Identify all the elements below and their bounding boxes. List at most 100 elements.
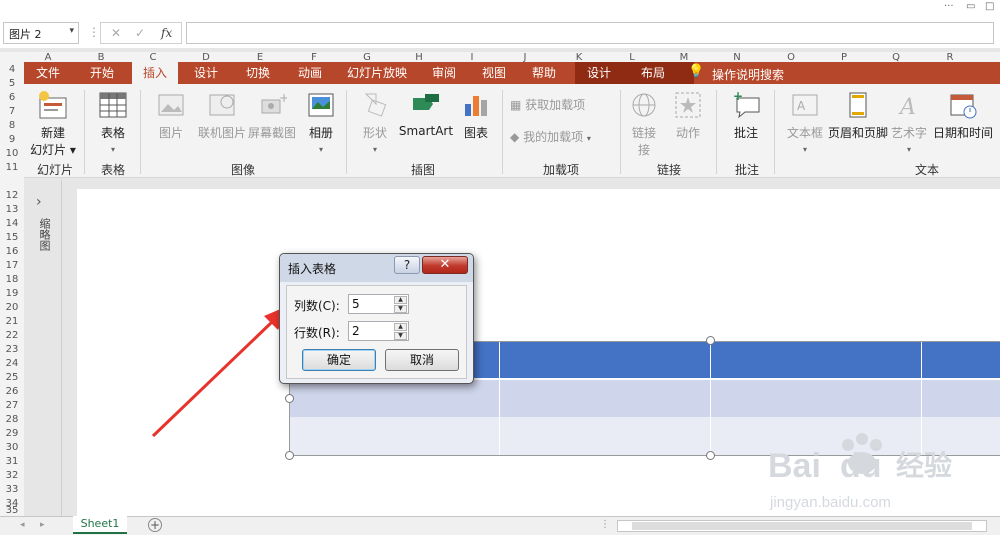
rows-input[interactable] (349, 322, 395, 340)
tab-insert[interactable]: 插入 (132, 62, 178, 86)
decrement-arrow-icon[interactable]: ▼ (394, 332, 407, 340)
rows-stepper[interactable]: ▲ ▼ (348, 321, 409, 341)
screenshot-button[interactable]: + 屏幕截图 (246, 90, 298, 141)
row-number[interactable]: 12 (0, 190, 24, 201)
row-number[interactable]: 9 (0, 134, 24, 145)
picture-button[interactable]: 图片 (148, 90, 194, 141)
resize-handle[interactable] (706, 336, 715, 345)
increment-arrow-icon[interactable]: ▲ (394, 296, 407, 304)
row-number[interactable]: 32 (0, 470, 24, 481)
tab-transitions[interactable]: 切换 (236, 62, 280, 84)
header-footer-button[interactable]: 页眉和页脚 (826, 90, 890, 141)
formula-bar-divider: ⋮ (88, 25, 100, 39)
row-number[interactable]: 16 (0, 246, 24, 257)
help-button[interactable]: ? (394, 256, 420, 274)
more-options-icon[interactable]: ··· (944, 1, 954, 12)
row-number[interactable]: 13 (0, 204, 24, 215)
row-number[interactable]: 22 (0, 330, 24, 341)
tell-me-search[interactable]: 操作说明搜索 (712, 66, 784, 83)
tab-table-layout[interactable]: 布局 (633, 62, 673, 84)
online-picture-button[interactable]: 联机图片 (192, 90, 252, 141)
row-number[interactable]: 27 (0, 400, 24, 411)
tab-slide-show[interactable]: 幻灯片放映 (340, 62, 414, 84)
tab-design[interactable]: 设计 (184, 62, 228, 84)
row-number[interactable]: 20 (0, 302, 24, 313)
close-button[interactable]: ✕ (422, 256, 468, 274)
wordart-button[interactable]: A 艺术字 ▾ (888, 90, 930, 155)
shapes-button[interactable]: 形状 ▾ (354, 90, 396, 155)
resize-handle[interactable] (285, 451, 294, 460)
row-number[interactable]: 31 (0, 456, 24, 467)
row-number[interactable]: 11 (0, 162, 24, 173)
row-number[interactable]: 19 (0, 288, 24, 299)
dialog-title-bar[interactable]: 插入表格 ? ✕ (280, 254, 473, 282)
function-icon[interactable]: fx (161, 26, 172, 40)
row-number[interactable]: 24 (0, 358, 24, 369)
chart-button[interactable]: 图表 (456, 90, 496, 141)
calendar-icon (950, 94, 977, 119)
row-number[interactable]: 18 (0, 274, 24, 285)
columns-input[interactable] (349, 295, 395, 313)
smartart-button[interactable]: SmartArt (396, 90, 456, 138)
formula-input[interactable] (186, 22, 994, 44)
new-slide-button[interactable]: 新建 幻灯片 ▾ (28, 90, 78, 158)
name-box[interactable]: 图片 2 ▾ (3, 22, 79, 44)
scroll-right-icon[interactable]: ▸ (40, 520, 45, 530)
datetime-button[interactable]: 日期和时间 (928, 90, 998, 141)
add-sheet-button[interactable]: + (148, 518, 162, 532)
get-addins-button[interactable]: ▦ 获取加载项 (510, 96, 610, 113)
row-number[interactable]: 4 (0, 64, 24, 75)
row-number[interactable]: 29 (0, 428, 24, 439)
columns-stepper[interactable]: ▲ ▼ (348, 294, 409, 314)
row-number[interactable]: 35 (0, 505, 24, 516)
row-number[interactable]: 21 (0, 316, 24, 327)
ribbon-display-icon[interactable]: ▭ (966, 1, 975, 12)
row-number[interactable]: 26 (0, 386, 24, 397)
row-number[interactable]: 33 (0, 484, 24, 495)
action-button[interactable]: 动作 (668, 90, 708, 141)
chevron-down-icon: ▾ (110, 145, 115, 154)
my-addins-button[interactable]: ◆ 我的加载项 ▾ (510, 128, 620, 145)
sheet-tab[interactable]: Sheet1 (73, 516, 127, 534)
row-number[interactable]: 10 (0, 148, 24, 159)
restore-icon[interactable]: □ (985, 1, 994, 12)
enter-icon[interactable]: ✓ (135, 26, 145, 40)
chevron-right-icon[interactable]: › (36, 194, 42, 210)
decrement-arrow-icon[interactable]: ▼ (394, 305, 407, 313)
cancel-button[interactable]: 取消 (385, 349, 459, 371)
row-number[interactable]: 8 (0, 120, 24, 131)
row-number[interactable]: 23 (0, 344, 24, 355)
split-handle-icon[interactable]: ⋮ (600, 519, 610, 530)
ok-button[interactable]: 确定 (302, 349, 376, 371)
cancel-icon[interactable]: ✕ (111, 26, 121, 40)
row-number[interactable]: 28 (0, 414, 24, 425)
tab-animations[interactable]: 动画 (288, 62, 332, 84)
tab-file[interactable]: 文件 (28, 62, 68, 84)
row-number[interactable]: 17 (0, 260, 24, 271)
tab-table-design[interactable]: 设计 (579, 62, 619, 84)
tab-home[interactable]: 开始 (82, 62, 122, 84)
textbox-button[interactable]: A 文本框 ▾ (782, 90, 828, 155)
select-all-corner[interactable] (0, 52, 24, 64)
table-button[interactable]: 表格 ▾ (90, 90, 136, 155)
table-column-divider (710, 341, 711, 456)
row-number[interactable]: 5 (0, 78, 24, 89)
tab-review[interactable]: 审阅 (422, 62, 466, 84)
chevron-down-icon: ▾ (586, 134, 591, 143)
row-number[interactable]: 30 (0, 442, 24, 453)
resize-handle[interactable] (706, 451, 715, 460)
tab-view[interactable]: 视图 (474, 62, 514, 84)
row-number[interactable]: 25 (0, 372, 24, 383)
row-number[interactable]: 15 (0, 232, 24, 243)
comment-button[interactable]: + 批注 (724, 90, 768, 141)
resize-handle[interactable] (285, 394, 294, 403)
row-number[interactable]: 6 (0, 92, 24, 103)
increment-arrow-icon[interactable]: ▲ (394, 323, 407, 331)
tab-help[interactable]: 帮助 (524, 62, 564, 84)
link-button[interactable]: 链接 接 (626, 90, 662, 158)
album-button[interactable]: 相册 ▾ (300, 90, 342, 155)
scroll-left-icon[interactable]: ◂ (20, 520, 25, 530)
row-number[interactable]: 14 (0, 218, 24, 229)
row-number[interactable]: 7 (0, 106, 24, 117)
chevron-down-icon[interactable]: ▾ (69, 26, 74, 36)
